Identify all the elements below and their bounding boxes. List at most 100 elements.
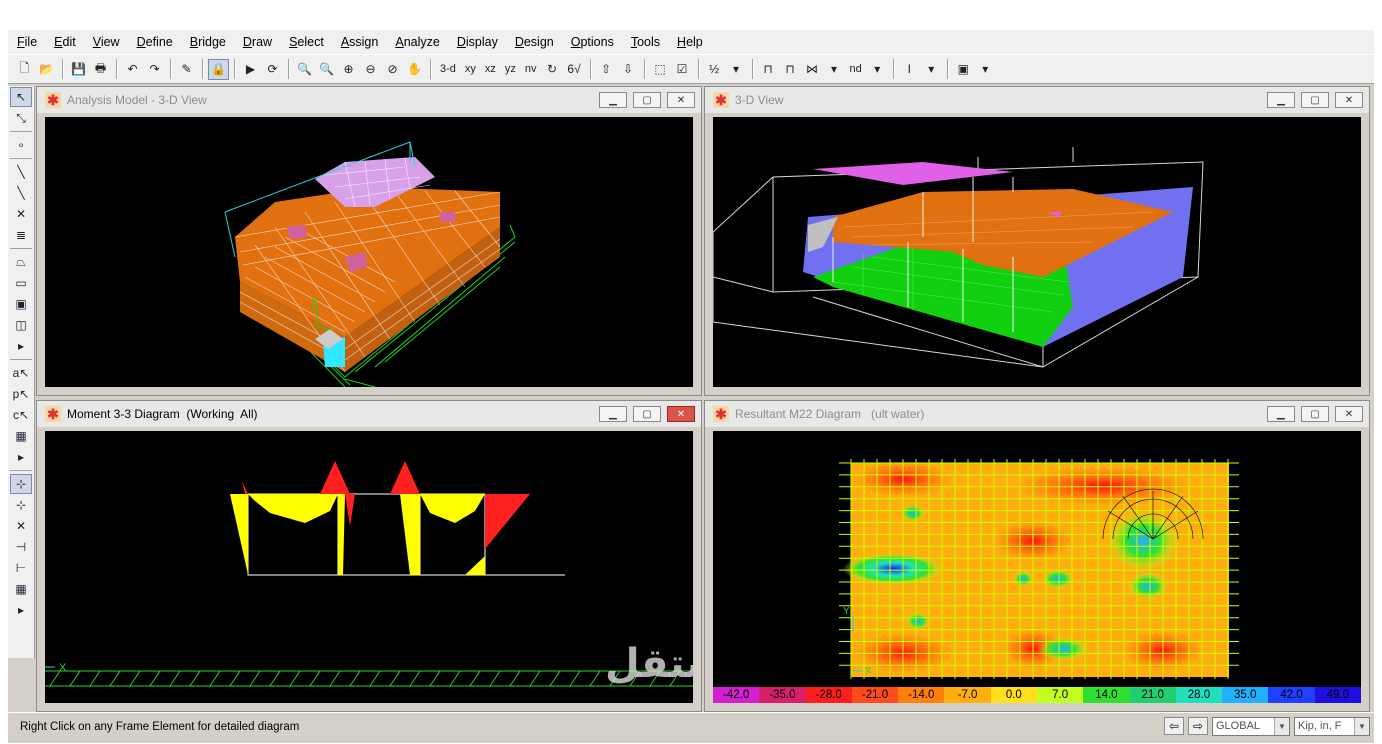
zoom-in-icon[interactable]: ⊕ [338,59,359,80]
dropdown-icon[interactable]: ▾ [726,59,747,80]
section-icon[interactable]: I [899,59,920,80]
quick-draw-area-icon[interactable]: ▣ [10,294,32,314]
zoom-window-icon[interactable]: 🔍 [294,59,315,80]
frame-forces-icon[interactable]: ⋈ [802,59,823,80]
dropdown-icon[interactable]: ▾ [921,59,942,80]
rotate-view-icon[interactable]: ↻ [542,59,563,80]
draw-rect-area-icon[interactable]: ▭ [10,273,32,293]
minimize-button[interactable]: ▁ [599,406,627,422]
coordinate-system-select[interactable]: GLOBAL ▼ [1212,717,1290,736]
save-icon[interactable]: 💾 [68,59,89,80]
zoom-restore-icon[interactable]: 🔍 [316,59,337,80]
minimize-button[interactable]: ▁ [599,92,627,108]
view-nv-button[interactable]: nv [521,59,541,80]
reshape-icon[interactable]: ⤡ [10,108,32,128]
expand-icon[interactable]: ▸ [10,600,32,620]
pencil-icon[interactable]: ✎ [176,59,197,80]
maximize-button[interactable]: ▢ [633,406,661,422]
resultant-m22-canvas[interactable]: Y X -42.0 -35.0 -28.0 -21.0 -14.0 -7.0 0.0 7.0 1… [713,431,1361,703]
perspective-icon[interactable]: 6√ [564,59,585,80]
select-all-icon[interactable]: ⬚ [650,59,671,80]
menu-define[interactable]: Define [128,30,181,54]
view-yz-button[interactable]: yz [501,59,520,80]
menu-file[interactable]: File [8,30,45,54]
menu-select[interactable]: Select [280,30,332,54]
snap-intersections-icon[interactable]: ✕ [10,516,32,536]
lock-icon[interactable]: 🔒 [208,58,229,80]
arrow-left-icon[interactable]: ⇦ [1164,717,1184,735]
menu-analyze[interactable]: Analyze [386,30,447,54]
redo-icon[interactable]: ↷ [144,59,165,80]
new-file-icon[interactable]: 🗋 [14,59,35,80]
close-button[interactable]: ✕ [1335,92,1363,108]
select-all-icon[interactable]: a↖ [10,363,32,383]
open-folder-icon[interactable]: 📂 [36,59,57,80]
pointer-icon[interactable]: ↖ [10,87,32,107]
maximize-button[interactable]: ▢ [633,92,661,108]
draw-point-icon[interactable]: ∘ [10,135,32,155]
snap-grid-icon[interactable]: ▦ [10,579,32,599]
display-icon[interactable]: ▣ [953,59,974,80]
undo-icon[interactable]: ↶ [122,59,143,80]
menu-bridge[interactable]: Bridge [181,30,234,54]
menu-display[interactable]: Display [448,30,506,54]
moment-diagram-canvas[interactable]: X مستقل [45,431,693,703]
analysis-model-window[interactable]: ✱ Analysis Model - 3-D View ▁ ▢ ✕ Z [36,86,702,396]
snap-points-icon[interactable]: ⊹ [10,474,32,494]
menu-tools[interactable]: Tools [622,30,668,54]
fraction-icon[interactable]: ½ [704,59,725,80]
close-button[interactable]: ✕ [1335,406,1363,422]
menu-draw[interactable]: Draw [234,30,280,54]
frame-load-icon[interactable]: ⊓ [780,59,801,80]
snap-perpendicular-icon[interactable]: ⊣ [10,537,32,557]
dropdown-icon[interactable]: ▾ [824,59,845,80]
units-select[interactable]: Kip, in, F ▼ [1294,717,1370,736]
view-3d-canvas[interactable] [713,117,1361,387]
intersect-icon[interactable]: ▦ [10,426,32,446]
menu-help[interactable]: Help [668,30,711,54]
close-button[interactable]: ✕ [667,406,695,422]
view-3d-button[interactable]: 3-d [436,59,460,80]
clear-select-icon[interactable]: c↖ [10,405,32,425]
close-button[interactable]: ✕ [667,92,695,108]
draw-link-icon[interactable]: ≣ [10,225,32,245]
arrow-right-icon[interactable]: ⇨ [1188,717,1208,735]
view-xy-button[interactable]: xy [461,59,480,80]
zoom-previous-icon[interactable]: ⊘ [382,59,403,80]
menu-edit[interactable]: Edit [45,30,84,54]
view-nd-button[interactable]: nd [846,59,866,80]
move-up-icon[interactable]: ⇧ [596,59,617,80]
pan-icon[interactable]: ✋ [404,59,425,80]
dropdown-icon[interactable]: ▾ [975,59,996,80]
rotate-icon[interactable]: ⟳ [262,59,283,80]
view-xz-button[interactable]: xz [481,59,500,80]
print-icon[interactable]: 🖶 [90,59,111,80]
expand-icon[interactable]: ▸ [10,447,32,467]
menu-options[interactable]: Options [562,30,622,54]
snap-lines-icon[interactable]: ⊢ [10,558,32,578]
view-3d-window[interactable]: ✱ 3-D View ▁ ▢ ✕ [704,86,1370,396]
expand-icon[interactable]: ▸ [10,336,32,356]
menu-assign[interactable]: Assign [332,30,387,54]
draw-brace-icon[interactable]: ✕ [10,204,32,224]
menu-design[interactable]: Design [506,30,562,54]
frame-icon[interactable]: ⊓ [758,59,779,80]
check-icon[interactable]: ☑ [672,59,693,80]
maximize-button[interactable]: ▢ [1301,92,1329,108]
analysis-model-canvas[interactable]: Z [45,117,693,387]
previous-select-icon[interactable]: p↖ [10,384,32,404]
minimize-button[interactable]: ▁ [1267,92,1295,108]
dropdown-icon[interactable]: ▾ [867,59,888,80]
resultant-m22-window[interactable]: ✱ Resultant M22 Diagram (ult water) ▁ ▢ … [704,400,1370,712]
snap-ends-icon[interactable]: ⊹ [10,495,32,515]
draw-poly-area-icon[interactable]: ⏢ [10,252,32,272]
maximize-button[interactable]: ▢ [1301,406,1329,422]
zoom-out-icon[interactable]: ⊖ [360,59,381,80]
move-down-icon[interactable]: ⇩ [618,59,639,80]
minimize-button[interactable]: ▁ [1267,406,1295,422]
moment-diagram-window[interactable]: ✱ Moment 3-3 Diagram (Working All) ▁ ▢ ✕ [36,400,702,712]
quick-draw-frame-icon[interactable]: ╲ [10,183,32,203]
draw-frame-icon[interactable]: ╲ [10,162,32,182]
run-analysis-icon[interactable]: ▶ [240,59,261,80]
draw-solid-icon[interactable]: ◫ [10,315,32,335]
